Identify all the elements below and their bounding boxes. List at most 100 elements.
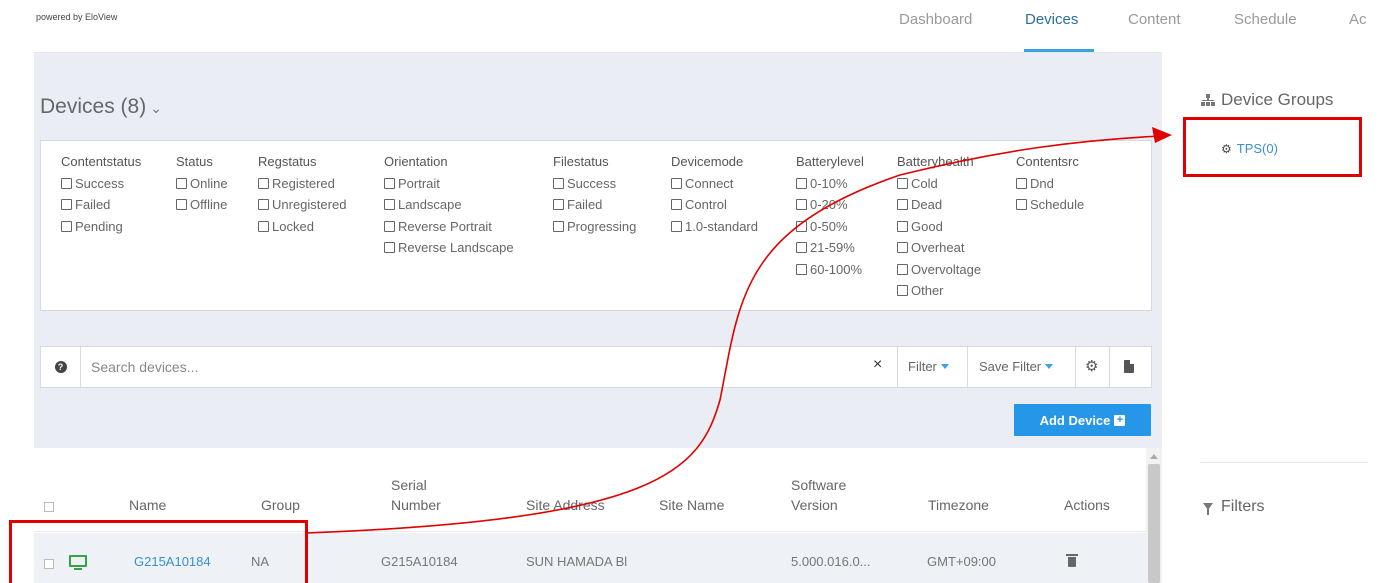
column-header-site-name[interactable]: Site Name bbox=[659, 496, 724, 515]
filter-option[interactable]: Overvoltage bbox=[897, 259, 981, 281]
checkbox[interactable] bbox=[258, 199, 269, 210]
filter-option[interactable]: Reverse Landscape bbox=[384, 237, 514, 259]
table-scrollbar[interactable] bbox=[1146, 448, 1162, 583]
checkbox[interactable] bbox=[897, 220, 908, 232]
checkbox[interactable] bbox=[384, 242, 395, 253]
filter-option[interactable]: Success bbox=[553, 173, 636, 195]
checkbox[interactable] bbox=[796, 242, 807, 253]
column-header-software-line2[interactable]: Version bbox=[791, 496, 838, 515]
filter-option[interactable]: 0-20% bbox=[796, 194, 864, 216]
help-button[interactable]: ? bbox=[41, 347, 81, 387]
filter-option[interactable]: Reverse Portrait bbox=[384, 216, 514, 238]
filter-option[interactable]: Online bbox=[176, 173, 228, 195]
filter-option[interactable]: Dead bbox=[897, 194, 981, 216]
trash-icon[interactable] bbox=[1066, 554, 1078, 567]
checkbox[interactable] bbox=[553, 220, 564, 232]
filter-option[interactable]: Failed bbox=[61, 194, 141, 216]
filter-option[interactable]: Connect bbox=[671, 173, 758, 195]
column-header-software-line1[interactable]: Software bbox=[791, 476, 846, 495]
row-checkbox[interactable] bbox=[44, 559, 54, 569]
column-header-group[interactable]: Group bbox=[261, 496, 300, 515]
checkbox[interactable] bbox=[1016, 199, 1027, 210]
clear-search-icon[interactable]: × bbox=[873, 356, 882, 374]
filter-option[interactable]: Dnd bbox=[1016, 173, 1084, 195]
checkbox[interactable] bbox=[796, 220, 807, 232]
checkbox[interactable] bbox=[384, 199, 395, 210]
filter-option[interactable]: Unregistered bbox=[258, 194, 346, 216]
checkbox[interactable] bbox=[176, 199, 187, 210]
filter-option[interactable]: Registered bbox=[258, 173, 346, 195]
filter-option[interactable]: 21-59% bbox=[796, 237, 864, 259]
device-group-item[interactable]: ⚙ TPS(0) bbox=[1221, 141, 1278, 156]
nav-schedule[interactable]: Schedule bbox=[1234, 11, 1297, 28]
checkbox[interactable] bbox=[384, 177, 395, 189]
checkbox[interactable] bbox=[258, 220, 269, 232]
column-header-serial-line2[interactable]: Number bbox=[391, 496, 441, 515]
save-filter-dropdown-button[interactable]: Save Filter bbox=[979, 359, 1054, 374]
checkbox[interactable] bbox=[796, 177, 807, 189]
checkbox[interactable] bbox=[553, 199, 564, 210]
checkbox[interactable] bbox=[897, 199, 908, 210]
filter-option[interactable]: Schedule bbox=[1016, 194, 1084, 216]
filter-option[interactable]: Pending bbox=[61, 216, 141, 238]
device-timezone: GMT+09:00 bbox=[927, 554, 997, 569]
filter-option[interactable]: Locked bbox=[258, 216, 346, 238]
filter-option[interactable]: 0-10% bbox=[796, 173, 864, 195]
checkbox[interactable] bbox=[897, 285, 908, 296]
column-header-name[interactable]: Name bbox=[129, 496, 166, 515]
checkbox[interactable] bbox=[796, 263, 807, 275]
nav-dashboard[interactable]: Dashboard bbox=[899, 11, 972, 28]
device-name-link[interactable]: G215A10184 bbox=[134, 554, 211, 569]
checkbox[interactable] bbox=[897, 263, 908, 275]
filter-option[interactable]: Cold bbox=[897, 173, 981, 195]
checkbox[interactable] bbox=[1016, 177, 1027, 189]
checkbox[interactable] bbox=[258, 177, 269, 189]
filter-header: Status bbox=[176, 154, 213, 169]
gear-icon[interactable]: ⚙ bbox=[1085, 357, 1098, 375]
checkbox[interactable] bbox=[553, 177, 564, 189]
checkbox[interactable] bbox=[176, 177, 187, 189]
filter-option[interactable]: Control bbox=[671, 194, 758, 216]
chevron-down-icon[interactable]: ⌄ bbox=[150, 100, 162, 116]
filter-option[interactable]: 60-100% bbox=[796, 259, 864, 281]
filter-dropdown-button[interactable]: Filter bbox=[908, 359, 949, 374]
filter-option[interactable]: Success bbox=[61, 173, 141, 195]
column-header-serial-line1[interactable]: Serial bbox=[391, 476, 427, 495]
checkbox[interactable] bbox=[384, 220, 395, 232]
filter-option[interactable]: Progressing bbox=[553, 216, 636, 238]
filter-option[interactable]: Landscape bbox=[384, 194, 514, 216]
filter-option[interactable]: Offline bbox=[176, 194, 228, 216]
filter-option[interactable]: Overheat bbox=[897, 237, 981, 259]
filter-option[interactable]: Portrait bbox=[384, 173, 514, 195]
filters-title[interactable]: Filters bbox=[1203, 498, 1265, 516]
filter-option[interactable]: Failed bbox=[553, 194, 636, 216]
devices-title[interactable]: Devices (8) ⌄ bbox=[40, 95, 162, 119]
select-all-checkbox[interactable] bbox=[44, 502, 54, 512]
nav-content[interactable]: Content bbox=[1128, 11, 1181, 28]
filter-group-orientation: Orientation Portrait Landscape Reverse P… bbox=[384, 151, 514, 259]
checkbox[interactable] bbox=[671, 220, 682, 232]
filter-option[interactable]: 1.0-standard bbox=[671, 216, 758, 238]
checkbox[interactable] bbox=[61, 177, 72, 189]
checkbox[interactable] bbox=[61, 220, 72, 232]
scroll-up-icon[interactable] bbox=[1150, 454, 1158, 459]
filter-option[interactable]: 0-50% bbox=[796, 216, 864, 238]
table-row[interactable]: G215A10184 NA G215A10184 SUN HAMADA Bl 5… bbox=[34, 533, 1146, 583]
checkbox[interactable] bbox=[796, 199, 807, 210]
filter-option[interactable]: Other bbox=[897, 280, 981, 302]
checkbox[interactable] bbox=[671, 177, 682, 189]
checkbox[interactable] bbox=[897, 242, 908, 253]
add-device-button[interactable]: Add Device + bbox=[1014, 404, 1151, 436]
column-header-timezone[interactable]: Timezone bbox=[928, 496, 989, 515]
export-document-icon[interactable] bbox=[1124, 360, 1134, 373]
filter-header: Filestatus bbox=[553, 154, 609, 169]
column-header-site-address[interactable]: Site Address bbox=[526, 496, 605, 515]
checkbox[interactable] bbox=[671, 199, 682, 210]
nav-devices[interactable]: Devices bbox=[1025, 11, 1078, 28]
filter-option[interactable]: Good bbox=[897, 216, 981, 238]
scroll-thumb[interactable] bbox=[1148, 464, 1160, 583]
checkbox[interactable] bbox=[897, 177, 908, 189]
checkbox[interactable] bbox=[61, 199, 72, 210]
nav-account[interactable]: Ac bbox=[1349, 11, 1367, 28]
search-input[interactable]: Search devices... bbox=[91, 359, 198, 375]
